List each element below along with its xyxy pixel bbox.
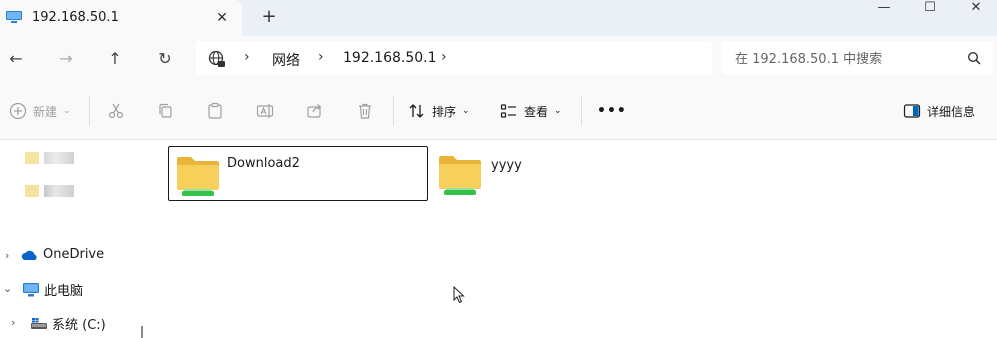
maximize-button[interactable]: ☐	[907, 0, 953, 16]
details-pane-icon	[903, 104, 921, 118]
sidebar-item-onedrive[interactable]: OneDrive	[21, 247, 104, 262]
share-button[interactable]	[306, 100, 324, 122]
onedrive-cloud-icon	[21, 250, 37, 260]
shared-folder-icon	[177, 157, 219, 196]
minimize-button[interactable]: —	[861, 0, 907, 16]
chevron-down-icon: ⌄	[462, 106, 470, 116]
new-tab-button[interactable]: +	[259, 7, 279, 27]
view-button[interactable]: 查看 ⌄	[500, 100, 562, 122]
breadcrumb-network[interactable]: 网络	[272, 50, 300, 70]
network-globe-icon	[208, 50, 225, 67]
copy-icon	[159, 103, 172, 118]
toolbar-divider	[89, 96, 90, 126]
share-icon	[307, 104, 322, 118]
plus-circle-icon	[9, 102, 27, 120]
refresh-button[interactable]: ↻	[153, 47, 177, 71]
chevron-down-icon: ⌄	[554, 106, 562, 116]
folder-item-download2[interactable]: Download2	[168, 146, 428, 201]
search-icon	[967, 51, 981, 65]
shared-folder-icon	[439, 156, 481, 195]
sidebar-item-label: 此电脑	[44, 284, 84, 299]
file-list: Download2 yyyy	[145, 140, 997, 338]
sidebar-item-label: 系统 (C:)	[52, 318, 106, 333]
tab-title: 192.168.50.1	[32, 10, 119, 25]
copy-button[interactable]	[157, 100, 175, 122]
blurred-label	[44, 185, 74, 197]
breadcrumb-host[interactable]: 192.168.50.1	[343, 50, 437, 66]
sidebar-item-system-drive[interactable]: 系统 (C:)	[31, 314, 106, 333]
sort-icon	[409, 104, 424, 118]
cut-button[interactable]	[107, 100, 125, 122]
folder-name: Download2	[227, 156, 300, 171]
blurred-folder-icon	[25, 185, 39, 197]
new-button[interactable]: 新建 ⌄	[9, 100, 71, 122]
sidebar-item-this-pc[interactable]: 此电脑	[23, 280, 83, 299]
chevron-down-icon: ⌄	[63, 106, 71, 116]
forward-button[interactable]: →	[54, 47, 78, 71]
view-list-icon	[500, 104, 516, 118]
toolbar-divider	[393, 96, 394, 126]
this-pc-icon	[23, 282, 39, 296]
computer-icon	[6, 11, 22, 23]
command-bar: 新建 ⌄ 排序 ⌄ 查看 ⌄ ••• 详细信息	[0, 82, 997, 140]
back-button[interactable]: ←	[4, 47, 28, 71]
details-pane-button[interactable]: 详细信息	[903, 100, 975, 122]
toolbar-divider	[581, 96, 582, 126]
expand-chevron-icon[interactable]: ›	[5, 249, 9, 262]
breadcrumb-chevron-icon[interactable]: ›	[244, 49, 250, 65]
view-label: 查看	[524, 104, 549, 119]
folder-item-yyyy[interactable]: yyyy	[437, 146, 577, 199]
search-box[interactable]	[721, 41, 993, 75]
paste-button[interactable]	[206, 100, 224, 122]
search-input[interactable]	[733, 48, 957, 70]
window-close-button[interactable]: ✕	[953, 0, 997, 16]
delete-button[interactable]	[356, 100, 374, 122]
more-options-button[interactable]: •••	[597, 100, 627, 122]
folder-name: yyyy	[491, 158, 522, 173]
mouse-cursor-icon	[453, 286, 465, 304]
details-label: 详细信息	[927, 104, 976, 119]
up-button[interactable]: ↑	[103, 47, 127, 71]
sidebar-item-label: OneDrive	[43, 247, 105, 262]
rename-button[interactable]	[256, 100, 274, 122]
trash-icon	[359, 103, 371, 119]
expand-chevron-icon[interactable]: ⌄	[3, 282, 12, 295]
navigation-pane: › OneDrive ⌄ 此电脑 › 系统 (C:)	[0, 140, 142, 338]
rename-icon	[256, 104, 274, 118]
scissors-icon	[108, 103, 124, 119]
tab-bar: 192.168.50.1 ✕ + — ☐ ✕	[0, 0, 997, 36]
blurred-folder-icon	[25, 152, 39, 164]
breadcrumb-chevron-icon[interactable]: ›	[318, 49, 324, 65]
drive-icon	[31, 317, 47, 329]
address-bar[interactable]: › 网络 › 192.168.50.1 ›	[196, 41, 712, 75]
navigation-bar: ← → ↑ ↻ › 网络 › 192.168.50.1 ›	[0, 36, 997, 82]
breadcrumb-chevron-icon[interactable]: ›	[441, 49, 447, 65]
new-label: 新建	[33, 104, 58, 119]
expand-chevron-icon[interactable]: ›	[11, 316, 15, 329]
sidebar-scrollbar[interactable]	[141, 326, 143, 338]
sort-button[interactable]: 排序 ⌄	[408, 100, 470, 122]
sort-label: 排序	[432, 104, 457, 119]
blurred-label	[44, 152, 74, 164]
tab-close-button[interactable]: ✕	[213, 9, 231, 27]
tab-active[interactable]: 192.168.50.1 ✕	[0, 0, 242, 36]
clipboard-icon	[208, 102, 222, 119]
